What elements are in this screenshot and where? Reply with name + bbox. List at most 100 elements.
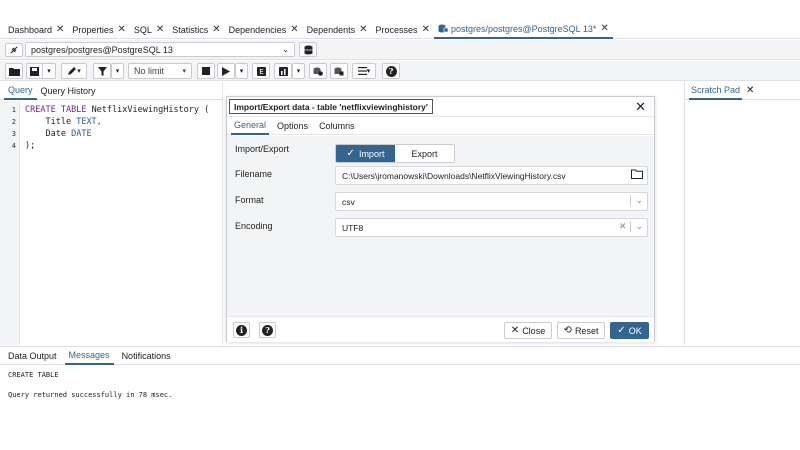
scratch-pad-textarea[interactable] xyxy=(684,101,800,345)
tab-messages[interactable]: Messages xyxy=(64,347,114,365)
info-icon: i xyxy=(236,324,247,336)
close-icon[interactable]: ✕ xyxy=(56,24,64,35)
close-icon: ✕ xyxy=(510,325,520,336)
close-icon[interactable]: ✕ xyxy=(156,24,164,35)
select-controls: ⌄ xyxy=(630,195,643,206)
tab-columns[interactable]: Columns xyxy=(316,117,358,135)
chevron-down-icon: ▾ xyxy=(366,68,371,75)
row-limit-value: No limit xyxy=(134,66,165,76)
close-icon[interactable]: ✕ xyxy=(290,24,298,35)
scratch-pad-tab-bar: Scratch Pad ✕ xyxy=(684,82,800,100)
edit-menu-button[interactable]: ▾ xyxy=(61,63,87,79)
ok-button[interactable]: ✓ OK xyxy=(610,322,649,339)
import-toggle-button[interactable]: ✓ Import xyxy=(336,145,395,162)
commit-icon xyxy=(313,67,323,76)
tab-notifications[interactable]: Notifications xyxy=(118,347,175,365)
new-connection-button[interactable] xyxy=(299,42,317,57)
tab-query[interactable]: Query xyxy=(4,82,37,100)
tab-statistics[interactable]: Statistics ✕ xyxy=(168,21,224,39)
tab-dependents[interactable]: Dependents ✕ xyxy=(303,21,372,39)
dialog-header[interactable]: Import/Export data - table 'netflixviewi… xyxy=(227,97,654,117)
close-icon[interactable]: ✕ xyxy=(600,23,608,34)
execute-button[interactable] xyxy=(217,63,235,79)
sql-editor[interactable]: 1 2 3 4 CREATE TABLE NetflixViewingHisto… xyxy=(0,101,222,345)
line-number-gutter: 1 2 3 4 xyxy=(0,101,20,345)
commit-button[interactable] xyxy=(309,63,327,79)
filename-value: C:\Users\jromanowski\Downloads\NetflixVi… xyxy=(342,170,566,181)
format-select[interactable]: csv ⌄ xyxy=(335,192,648,211)
row-limit-select[interactable]: No limit ▾ xyxy=(128,63,192,79)
stop-button[interactable] xyxy=(197,63,215,79)
reset-button[interactable]: ⟲ Reset xyxy=(557,322,605,339)
tab-label: Messages xyxy=(68,349,110,360)
rollback-button[interactable] xyxy=(330,63,348,79)
stop-icon xyxy=(202,67,210,75)
tab-general[interactable]: General xyxy=(231,117,270,135)
sql-type: TEXT, xyxy=(76,117,102,127)
explain-button[interactable]: E xyxy=(252,63,270,79)
help-button[interactable]: ? xyxy=(259,322,276,338)
folder-icon xyxy=(8,67,20,76)
sql-column-name: Date xyxy=(45,129,66,139)
execute-dropdown-button[interactable]: ▾ xyxy=(235,63,248,79)
tab-query-history[interactable]: Query History xyxy=(37,82,100,100)
explain-dropdown-button[interactable]: ▾ xyxy=(292,63,305,79)
button-label: OK xyxy=(628,325,642,336)
separator xyxy=(630,195,632,206)
close-icon[interactable]: ✕ xyxy=(359,24,367,35)
save-file-button[interactable] xyxy=(26,63,42,79)
tab-data-output[interactable]: Data Output xyxy=(4,347,61,365)
tab-label: Columns xyxy=(319,120,355,131)
button-label: Reset xyxy=(574,325,599,336)
filter-dropdown-button[interactable]: ▾ xyxy=(111,63,124,79)
tab-label: Notifications xyxy=(121,350,171,361)
tab-query-tool[interactable]: postgres/postgres@PostgreSQL 13* ✕ xyxy=(433,21,613,39)
save-dropdown-button[interactable]: ▾ xyxy=(42,63,56,79)
clear-icon[interactable]: ✕ xyxy=(619,221,627,232)
import-export-toggle: ✓ Import Export xyxy=(335,144,455,163)
info-button[interactable]: i xyxy=(233,322,250,338)
chevron-down-icon: ⌄ xyxy=(635,195,643,205)
select-controls: ✕ ⌄ xyxy=(619,221,643,232)
tab-sql[interactable]: SQL ✕ xyxy=(130,21,168,39)
chevron-down-icon: ▾ xyxy=(77,68,81,75)
filter-button[interactable] xyxy=(93,63,111,79)
close-icon[interactable]: ✕ xyxy=(635,99,646,115)
close-icon[interactable]: ✕ xyxy=(422,24,430,35)
sql-column-name: Title xyxy=(45,117,72,127)
close-icon[interactable]: ✕ xyxy=(117,24,125,35)
tab-label: Options xyxy=(277,120,309,131)
tab-scratch-pad[interactable]: Scratch Pad xyxy=(689,82,743,100)
tab-options[interactable]: Options xyxy=(274,117,311,135)
tab-dashboard[interactable]: Dashboard ✕ xyxy=(4,21,68,39)
encoding-value: UTF8 xyxy=(342,222,364,233)
encoding-label: Encoding xyxy=(235,221,273,231)
format-value: csv xyxy=(342,196,355,207)
main-tab-bar: Dashboard ✕ Properties ✕ SQL ✕ Statistics ✕ … xyxy=(0,21,800,39)
open-file-button[interactable] xyxy=(5,63,23,79)
close-icon[interactable]: ✕ xyxy=(212,24,220,35)
filter-icon xyxy=(97,66,107,76)
tab-properties[interactable]: Properties ✕ xyxy=(68,21,129,39)
sql-type: DATE xyxy=(71,129,92,139)
encoding-select[interactable]: UTF8 ✕ ⌄ xyxy=(335,218,648,237)
sql-keyword: CREATE xyxy=(25,105,56,115)
message-line: Query returned successfully in 78 msec. xyxy=(8,391,173,399)
browse-button[interactable] xyxy=(631,169,643,179)
close-icon[interactable]: ✕ xyxy=(746,85,754,96)
folder-icon xyxy=(631,169,643,179)
message-line: CREATE TABLE xyxy=(8,371,59,379)
connection-select[interactable]: postgres/postgres@PostgreSQL 13 ⌄ xyxy=(25,42,295,57)
export-toggle-button[interactable]: Export xyxy=(395,145,454,162)
connection-status-button[interactable] xyxy=(5,43,23,57)
line-number: 1 xyxy=(11,106,16,114)
tab-processes[interactable]: Processes ✕ xyxy=(372,21,434,39)
help-button[interactable]: ? xyxy=(382,63,400,79)
tab-dependencies[interactable]: Dependencies ✕ xyxy=(225,21,303,39)
macros-button[interactable]: ▾ xyxy=(352,63,376,79)
connection-value: postgres/postgres@PostgreSQL 13 xyxy=(31,44,173,55)
explain-analyze-button[interactable] xyxy=(274,63,292,79)
filename-input[interactable]: C:\Users\jromanowski\Downloads\NetflixVi… xyxy=(335,166,648,185)
tab-label: Processes xyxy=(375,24,418,35)
close-button[interactable]: ✕ Close xyxy=(504,322,552,339)
